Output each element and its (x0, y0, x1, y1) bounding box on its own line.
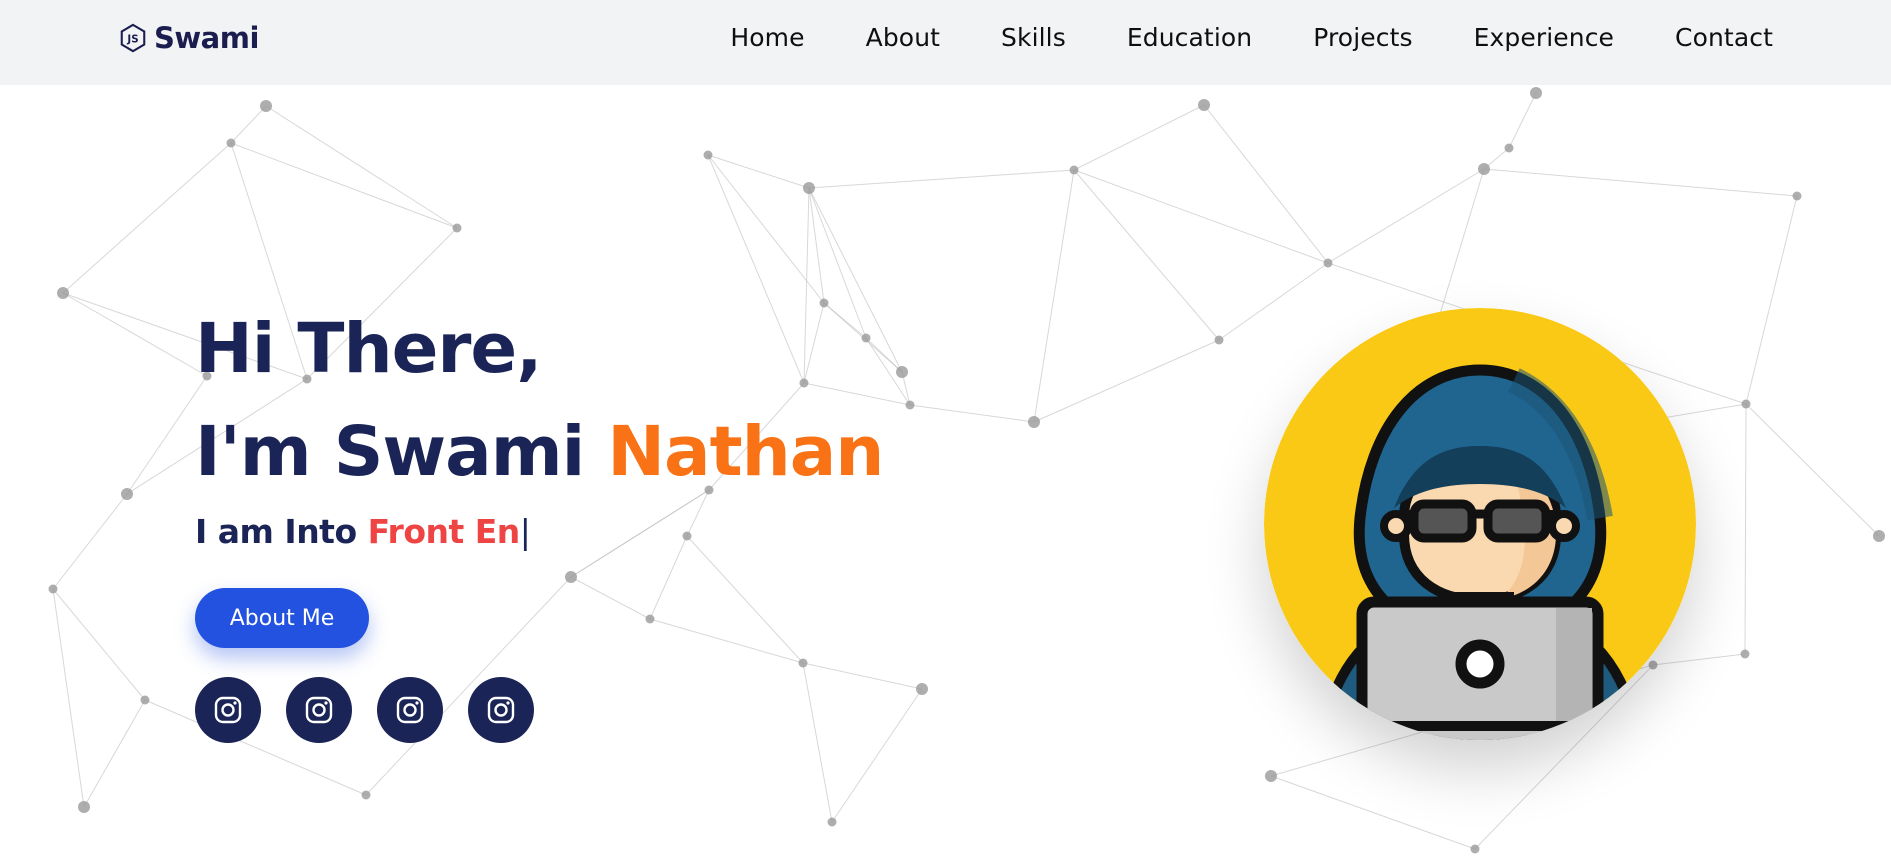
network-node (1265, 770, 1277, 782)
network-node (896, 366, 908, 378)
network-node (1028, 416, 1040, 428)
typing-line: I am Into Front En| (195, 512, 883, 551)
network-link (1218, 262, 1329, 341)
typing-cursor: | (519, 512, 531, 551)
hacker-with-laptop-icon (1264, 308, 1696, 740)
navbar: JS Swami Home About Skills Education Pro… (0, 0, 1891, 85)
network-node (703, 150, 713, 160)
social-link-3[interactable] (377, 677, 443, 743)
network-node (905, 400, 915, 410)
social-link-1[interactable] (195, 677, 261, 743)
network-node (1069, 165, 1079, 175)
network-node (121, 488, 133, 500)
network-node (1214, 335, 1224, 345)
network-node (798, 658, 808, 668)
network-link (808, 169, 1075, 189)
network-link (1033, 339, 1220, 423)
nav-item-about[interactable]: About (866, 23, 940, 52)
network-node (1740, 649, 1750, 659)
network-node (1530, 87, 1542, 99)
network-link (1744, 403, 1747, 655)
network-link (707, 154, 810, 189)
network-link (52, 588, 85, 808)
network-link (83, 699, 146, 808)
network-node (1648, 660, 1658, 670)
instagram-icon (487, 696, 515, 724)
network-node (48, 584, 58, 594)
typing-text: Front En (367, 512, 521, 551)
hero-greeting: Hi There, (195, 309, 542, 389)
social-links (195, 677, 534, 743)
network-node (1470, 844, 1480, 854)
social-link-4[interactable] (468, 677, 534, 743)
instagram-icon (305, 696, 333, 724)
network-link (1033, 169, 1075, 423)
hero-name: I'm Swami Nathan (195, 401, 884, 504)
network-link (230, 105, 267, 144)
network-link (570, 576, 651, 620)
hero-name-prefix: I'm Swami (195, 412, 608, 492)
network-node (565, 571, 577, 583)
network-link (1270, 775, 1476, 850)
network-node (1323, 258, 1333, 268)
network-node (1741, 399, 1751, 409)
svg-text:JS: JS (126, 34, 138, 46)
js-hexagon-icon: JS (120, 23, 146, 53)
network-link (649, 618, 804, 664)
brand-name: Swami (154, 21, 259, 55)
instagram-icon (214, 696, 242, 724)
network-node (361, 790, 371, 800)
network-link (62, 142, 232, 294)
network-node (57, 287, 69, 299)
network-node (226, 138, 236, 148)
network-node (1198, 99, 1210, 111)
network-node (452, 223, 462, 233)
network-link (1652, 653, 1746, 666)
network-link (52, 493, 128, 590)
instagram-icon (396, 696, 424, 724)
network-link (686, 535, 804, 664)
about-me-button[interactable]: About Me (195, 588, 369, 648)
network-link (1745, 195, 1798, 405)
network-node (1873, 530, 1885, 542)
nav-menu: Home About Skills Education Projects Exp… (669, 0, 1773, 75)
network-node (803, 182, 815, 194)
nav-item-experience[interactable]: Experience (1474, 23, 1614, 52)
nav-item-education[interactable]: Education (1127, 23, 1252, 52)
network-node (916, 683, 928, 695)
network-node (827, 817, 837, 827)
network-link (1483, 168, 1798, 197)
network-link (802, 662, 923, 690)
network-link (62, 292, 208, 377)
network-link (808, 187, 825, 304)
network-node (260, 100, 272, 112)
social-link-2[interactable] (286, 677, 352, 743)
network-link (1508, 92, 1537, 149)
network-link (1073, 104, 1205, 171)
network-node (1504, 143, 1514, 153)
network-link (1073, 169, 1329, 264)
nav-item-projects[interactable]: Projects (1313, 23, 1412, 52)
typing-prefix: I am Into (195, 512, 368, 551)
nav-item-contact[interactable]: Contact (1675, 23, 1773, 52)
hero-section: Hi There, I'm Swami Nathan I am Into Fro… (195, 298, 884, 551)
brand-logo-link[interactable]: JS Swami (118, 20, 259, 56)
nav-item-skills[interactable]: Skills (1001, 23, 1066, 52)
network-link (1745, 403, 1880, 537)
nav-item-home[interactable]: Home (730, 23, 804, 52)
hero-name-highlight: Nathan (607, 412, 884, 492)
network-link (1327, 168, 1485, 264)
network-node (1478, 163, 1490, 175)
network-node (645, 614, 655, 624)
network-node (140, 695, 150, 705)
network-node (1792, 191, 1802, 201)
network-link (831, 688, 923, 823)
network-link (802, 662, 833, 823)
network-link (1073, 169, 1220, 341)
network-node (78, 801, 90, 813)
hero-avatar (1264, 308, 1696, 740)
network-link (909, 404, 1035, 423)
network-link (1203, 104, 1329, 264)
